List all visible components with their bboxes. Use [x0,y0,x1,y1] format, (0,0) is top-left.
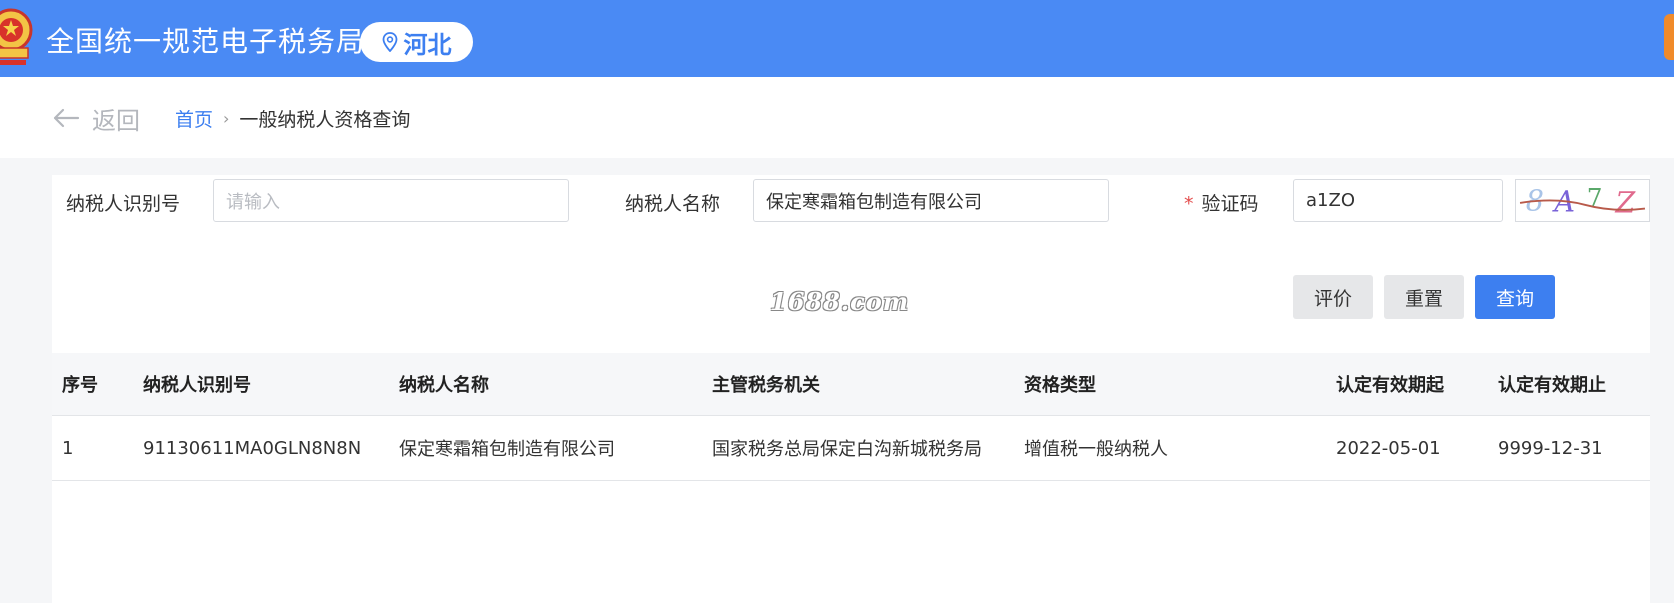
column-header: 纳税人识别号 [143,375,251,396]
arrow-left-icon [53,108,80,128]
captcha-input[interactable]: a1ZO [1293,179,1503,222]
table-cell: 保定寒霜箱包制造有限公司 [399,439,615,460]
table-cell: 1 [62,437,74,459]
back-label: 返回 [92,106,140,135]
table-cell: 9999-12-31 [1498,437,1603,459]
query-button[interactable]: 查询 [1475,275,1555,319]
taxpayer-id-label: 纳税人识别号 [66,193,181,215]
table-row[interactable]: 1 91130611MA0GLN8N8N 保定寒霜箱包制造有限公司 国家税务总局… [52,416,1650,481]
query-panel: 纳税人识别号 请输入 纳税人名称 保定寒霜箱包制造有限公司 * 验证码 a1ZO … [52,175,1650,603]
site-title: 全国统一规范电子税务局 [46,25,366,58]
table-cell: 国家税务总局保定白沟新城税务局 [712,439,982,460]
column-header: 认定有效期止 [1498,375,1606,396]
column-header: 主管税务机关 [712,375,820,396]
breadcrumb: 首页 › 一般纳税人资格查询 [175,105,410,132]
table-cell: 91130611MA0GLN8N8N [143,437,362,459]
breadcrumb-bar: 返回 首页 › 一般纳税人资格查询 [0,77,1674,158]
table-cell: 增值税一般纳税人 [1024,439,1168,460]
evaluate-button[interactable]: 评价 [1293,275,1373,319]
breadcrumb-home-link[interactable]: 首页 [175,105,213,132]
reset-button[interactable]: 重置 [1384,275,1464,319]
header-side-tab[interactable] [1664,14,1674,60]
required-mark: * [1184,193,1194,215]
column-header: 资格类型 [1024,375,1096,396]
watermark-text: 1688.com [770,287,910,316]
captcha-label-text: 验证码 [1201,193,1259,215]
breadcrumb-current: 一般纳税人资格查询 [239,109,411,131]
table-cell: 2022-05-01 [1336,437,1441,459]
column-header: 序号 [62,375,98,396]
top-header: 全国统一规范电子税务局 河北 [0,0,1674,77]
result-table-header: 序号 纳税人识别号 纳税人名称 主管税务机关 资格类型 认定有效期起 认定有效期… [52,353,1650,416]
svg-text:Z: Z [1614,185,1636,219]
region-selector[interactable]: 河北 [360,22,473,62]
taxpayer-name-label: 纳税人名称 [625,193,721,215]
region-label: 河北 [403,30,452,59]
column-header: 认定有效期起 [1336,375,1444,396]
location-pin-icon [382,32,397,52]
captcha-label: * 验证码 [1184,189,1259,216]
tax-emblem-icon [0,8,33,65]
column-header: 纳税人名称 [399,375,489,396]
chevron-right-icon: › [223,109,230,128]
taxpayer-id-input[interactable]: 请输入 [213,179,569,222]
captcha-image[interactable]: 8 A 7 Z [1515,179,1650,222]
taxpayer-name-input[interactable]: 保定寒霜箱包制造有限公司 [753,179,1109,222]
back-button[interactable]: 返回 [52,101,140,135]
